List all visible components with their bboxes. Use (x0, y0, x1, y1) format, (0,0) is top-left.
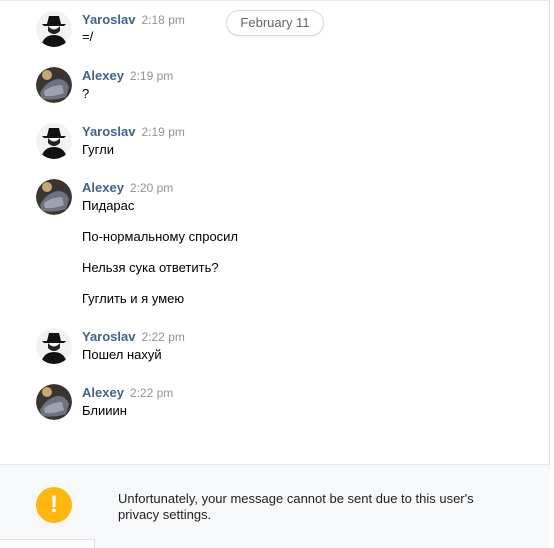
alexey-avatar-icon (36, 67, 72, 103)
message-time[interactable]: 2:18 pm (142, 13, 185, 27)
date-separator[interactable]: February 11 (226, 10, 324, 36)
message-text: Гуглить и я умею (82, 291, 185, 306)
chat-history: February 11 Yaroslav 2:18 pm =/ Alexey 2… (0, 0, 550, 548)
author-name[interactable]: Yaroslav (82, 12, 136, 27)
message-text: Пидарас (82, 198, 135, 213)
message-time[interactable]: 2:22 pm (130, 386, 173, 400)
composer-notice: ! Unfortunately, your message cannot be … (0, 464, 550, 548)
author-name[interactable]: Alexey (82, 180, 124, 195)
message-time[interactable]: 2:19 pm (130, 69, 173, 83)
message-header: Alexey 2:19 pm (82, 67, 173, 85)
warning-icon: ! (36, 487, 72, 523)
message-time[interactable]: 2:20 pm (130, 181, 173, 195)
author-name[interactable]: Alexey (82, 385, 124, 400)
message-text: Блииин (82, 403, 127, 418)
yaroslav-avatar-icon (36, 328, 72, 364)
avatar[interactable] (36, 11, 72, 47)
message-text: ? (82, 86, 90, 101)
message-text: По-нормальному спросил (82, 229, 239, 244)
alexey-avatar-icon (36, 384, 72, 420)
message-header: Alexey 2:20 pm (82, 179, 173, 197)
author-name[interactable]: Alexey (82, 68, 124, 83)
message-text: Гугли (82, 142, 114, 157)
message-text: Пошел нахуй (82, 347, 162, 362)
privacy-notice-text: Unfortunately, your message cannot be se… (118, 491, 474, 522)
avatar[interactable] (36, 328, 72, 364)
author-name[interactable]: Yaroslav (82, 124, 136, 139)
alexey-avatar-icon (36, 179, 72, 215)
message-header: Yaroslav 2:19 pm (82, 123, 185, 141)
message-text: =/ (82, 29, 94, 44)
message-text: Нельзя сука ответить? (82, 260, 219, 275)
yaroslav-avatar-icon (36, 11, 72, 47)
bottom-edge-tab (0, 539, 95, 548)
avatar[interactable] (36, 384, 72, 420)
message-header: Alexey 2:22 pm (82, 384, 173, 402)
author-name[interactable]: Yaroslav (82, 329, 136, 344)
message-time[interactable]: 2:22 pm (142, 330, 185, 344)
avatar[interactable] (36, 123, 72, 159)
message-header: Yaroslav 2:18 pm (82, 11, 185, 29)
message-time[interactable]: 2:19 pm (142, 125, 185, 139)
message-header: Yaroslav 2:22 pm (82, 328, 185, 346)
avatar[interactable] (36, 67, 72, 103)
yaroslav-avatar-icon (36, 123, 72, 159)
avatar[interactable] (36, 179, 72, 215)
